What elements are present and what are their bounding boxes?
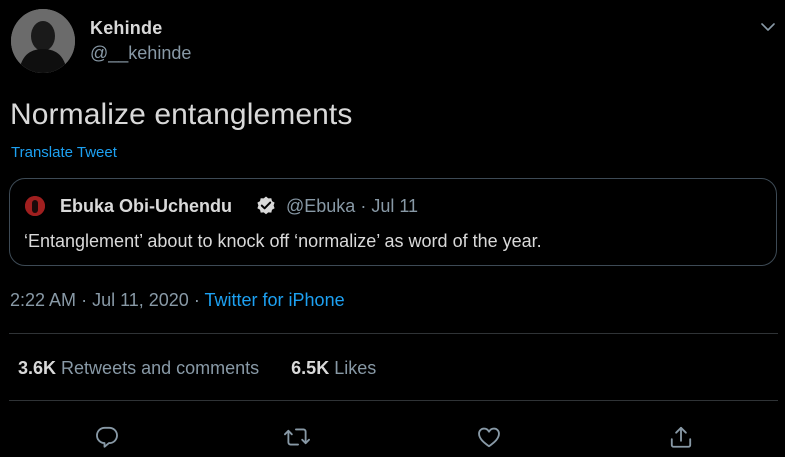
verified-badge-icon (255, 195, 277, 217)
quoted-tweet-text: ‘Entanglement’ about to knock off ‘norma… (24, 231, 542, 251)
quoted-author-avatar[interactable] (25, 196, 45, 216)
tweet-time[interactable]: 2:22 AM (10, 290, 76, 310)
quoted-date: Jul 11 (371, 196, 419, 216)
chevron-down-icon[interactable] (757, 16, 779, 38)
tweet-detail: Kehinde @__kehinde Normalize entanglemen… (0, 0, 785, 457)
meta-separator: · (81, 290, 88, 310)
retweets-stat[interactable]: 3.6K Retweets and comments (18, 358, 264, 378)
tweet-source-link[interactable]: Twitter for iPhone (205, 290, 345, 310)
likes-count: 6.5K (291, 358, 330, 378)
likes-label: Likes (334, 358, 377, 378)
tweet-timestamp-row: 2:22 AM · Jul 11, 2020 · Twitter for iPh… (10, 290, 345, 311)
quoted-author-handle: @Ebuka (286, 196, 356, 216)
avatar-photo (11, 9, 75, 73)
quoted-tweet-card[interactable]: Ebuka Obi-Uchendu @Ebuka · Jul 11 ‘Entan… (9, 178, 777, 266)
translate-tweet-link[interactable]: Translate Tweet (11, 144, 117, 161)
author-handle[interactable]: @__kehinde (90, 43, 191, 64)
likes-stat[interactable]: 6.5K Likes (291, 358, 376, 378)
tweet-text: Normalize entanglements (10, 98, 353, 131)
divider (9, 400, 778, 401)
heart-icon[interactable] (474, 422, 504, 452)
author-avatar[interactable] (11, 9, 75, 73)
retweets-count: 3.6K (18, 358, 57, 378)
share-icon[interactable] (666, 422, 696, 452)
meta-separator: · (193, 290, 200, 310)
retweets-label: Retweets and comments (61, 358, 260, 378)
engagement-stats: 3.6K Retweets and comments 6.5K Likes (18, 358, 376, 379)
retweet-icon[interactable] (282, 422, 312, 452)
quoted-separator: · (360, 196, 367, 216)
author-display-name[interactable]: Kehinde (90, 18, 162, 39)
quoted-author-display-name: Ebuka Obi-Uchendu (60, 196, 233, 216)
reply-icon[interactable] (92, 422, 122, 452)
divider (9, 333, 778, 334)
quoted-meta: @Ebuka · Jul 11 (286, 196, 418, 217)
tweet-date[interactable]: Jul 11, 2020 (92, 290, 189, 310)
quoted-avatar-photo (25, 196, 45, 216)
